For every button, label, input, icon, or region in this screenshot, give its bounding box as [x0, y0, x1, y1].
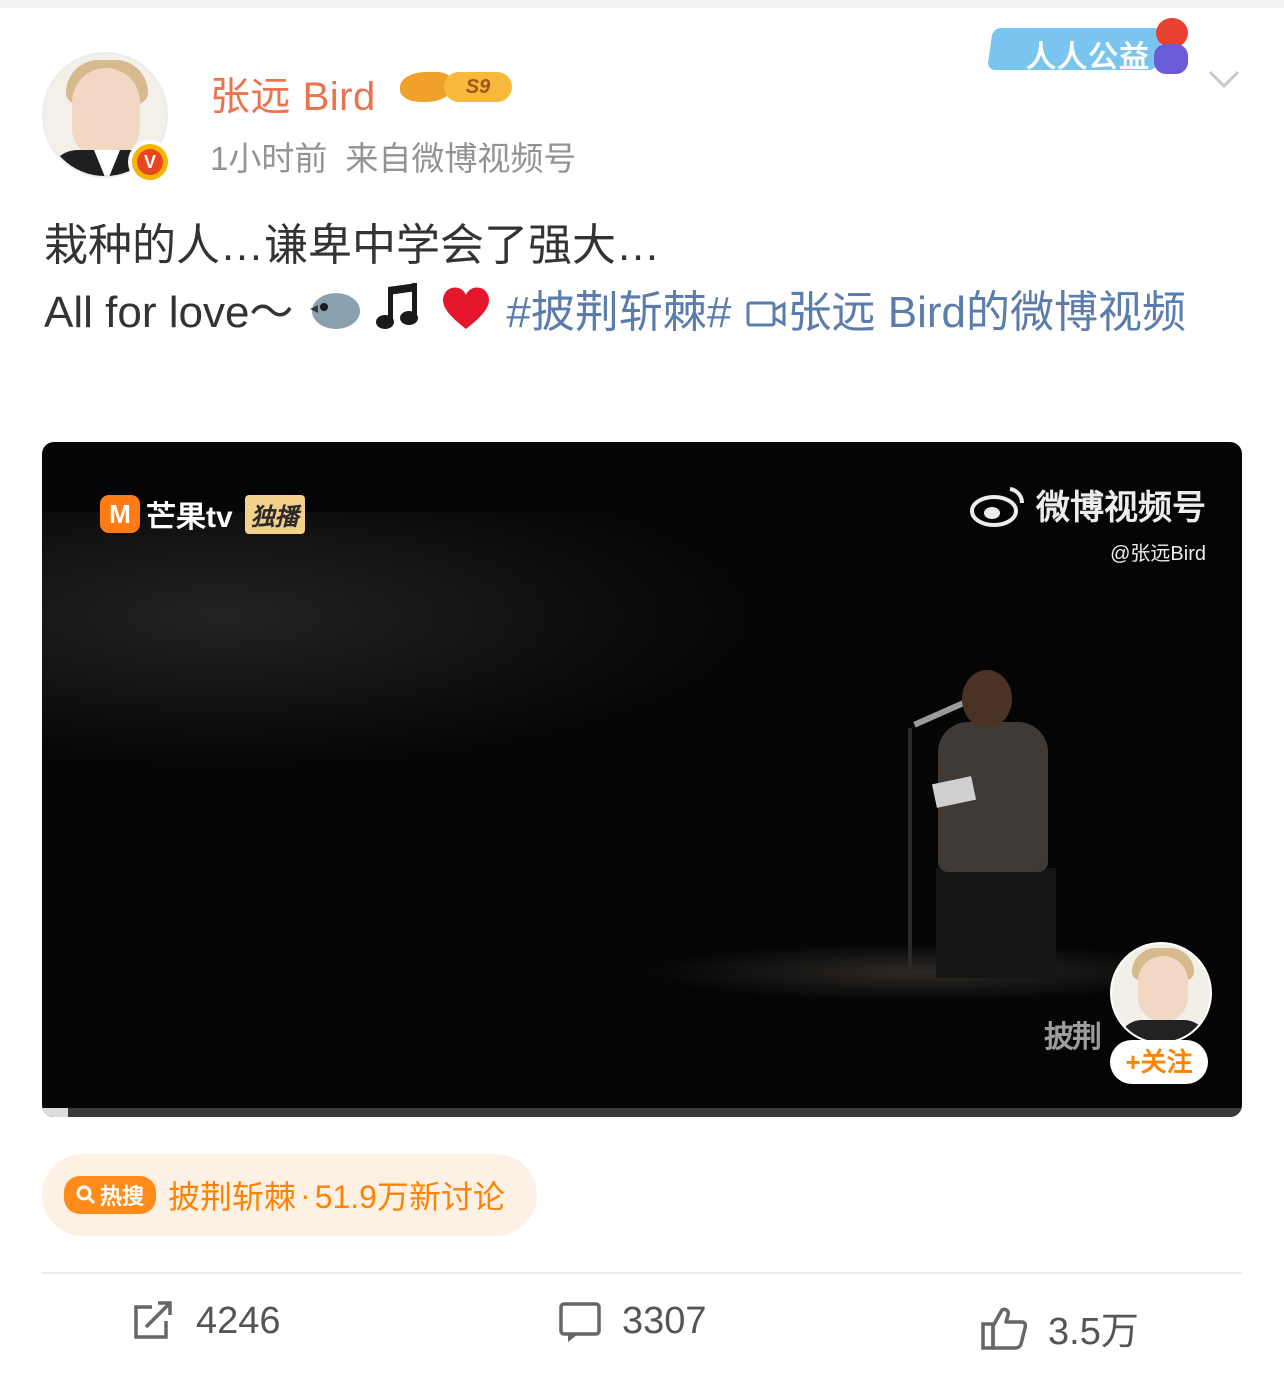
author-name[interactable]: 张远 Bird — [210, 64, 376, 122]
hot-search-tag-label: 热搜 — [100, 1184, 145, 1209]
mascot-icon — [1150, 18, 1190, 76]
like-count: 3.5万 — [1048, 1311, 1139, 1353]
hashtag-link[interactable]: #披荆斩棘# — [506, 288, 731, 337]
action-divider — [42, 1272, 1242, 1274]
post-line-2: All for love～ #披荆斩棘# 张远 Bird的微博视频 — [44, 279, 1244, 346]
video-camera-icon — [746, 301, 786, 327]
charity-promo-banner[interactable]: 人人公益 — [987, 18, 1196, 76]
repost-icon — [134, 1300, 172, 1339]
video-progress-fill — [42, 1108, 69, 1117]
post-line-2-text: All for love～ — [44, 288, 294, 337]
level-badge[interactable]: S9 — [400, 68, 514, 108]
like-button[interactable]: 3.5万 — [980, 1300, 1139, 1355]
hot-search-tag: 热搜 — [64, 1176, 157, 1214]
exclusive-label: 独播 — [244, 494, 305, 534]
follow-button[interactable]: +关注 — [1110, 1040, 1208, 1084]
post-time: 1小时前 — [210, 140, 328, 177]
top-separator — [0, 0, 1284, 8]
weibo-video-watermark: 微博视频号 @张远Bird — [970, 480, 1206, 566]
video-player[interactable]: M 芒果tv 独播 微博视频号 @张远Bird 披荆 +关注 — [42, 442, 1242, 1117]
red-heart-icon — [443, 287, 490, 329]
hot-search-pill[interactable]: 热搜 披荆斩棘 · 51.9万新讨论 — [42, 1154, 537, 1236]
hot-search-separator: · — [300, 1176, 311, 1213]
post-line-1: 栽种的人…谦卑中学会了强大… — [44, 221, 660, 270]
music-note-icon — [375, 283, 418, 329]
weibo-video-title: 微博视频号 — [1036, 489, 1206, 527]
mango-tv-watermark: M 芒果tv 独播 — [100, 492, 305, 536]
video-frame-performer — [898, 668, 1056, 978]
repost-button[interactable]: 4246 — [130, 1300, 281, 1343]
post-source[interactable]: 来自微博视频号 — [345, 140, 576, 177]
show-logo: 披荆 — [1044, 1021, 1102, 1054]
bird-emoji-icon — [309, 293, 360, 329]
weibo-video-handle: @张远Bird — [1110, 543, 1206, 565]
video-link[interactable]: 张远 Bird的微博视频 — [744, 288, 1186, 337]
comment-button[interactable]: 3307 — [558, 1300, 707, 1343]
hot-search-count: 51.9万新讨论 — [314, 1179, 505, 1215]
video-link-text: 张远 Bird的微博视频 — [787, 288, 1187, 337]
level-label: S9 — [444, 72, 512, 102]
weibo-logo-icon — [970, 486, 1025, 527]
video-progress-bar[interactable] — [42, 1108, 1242, 1117]
mango-tv-name: 芒果tv — [146, 501, 233, 534]
comment-icon — [559, 1301, 601, 1342]
repost-count: 4246 — [196, 1300, 281, 1342]
thumbs-up-icon — [981, 1307, 1028, 1350]
post-content: 栽种的人…谦卑中学会了强大… All for love～ #披荆斩棘# 张远 B… — [44, 212, 1244, 346]
follow-avatar[interactable] — [1110, 942, 1212, 1044]
mango-tv-logo-icon: M — [100, 495, 140, 533]
search-icon — [76, 1185, 96, 1205]
verified-badge-icon: V — [128, 140, 172, 184]
hot-search-topic: 披荆斩棘 — [168, 1179, 297, 1215]
comment-count: 3307 — [622, 1300, 707, 1342]
chevron-down-icon[interactable] — [1206, 66, 1242, 94]
charity-promo-label: 人人公益 — [1026, 41, 1150, 74]
post-meta: 1小时前 来自微博视频号 — [210, 132, 576, 180]
